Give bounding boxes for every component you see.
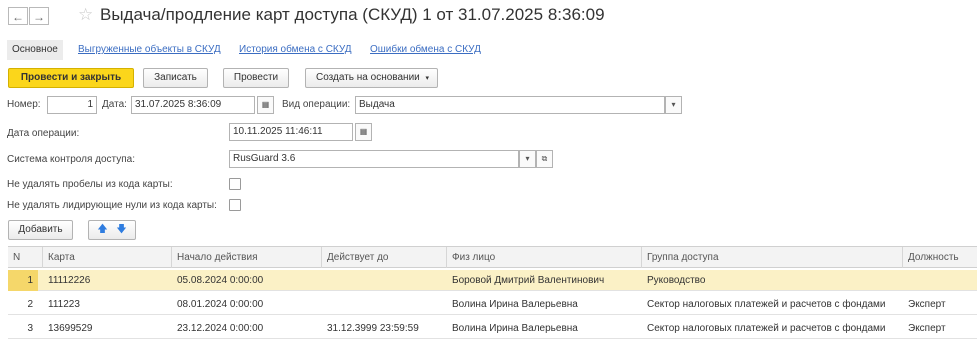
keep-leading-zeros-label: Не удалять лидирующие нули из кода карты… [7,200,217,211]
move-down-icon[interactable]: 🡇 [116,224,126,235]
table-row[interactable]: 1 11112226 05.08.2024 0:00:00 Боровой Дм… [8,270,977,291]
access-system-label: Система контроля доступа: [7,154,135,165]
column-header-n[interactable]: N [8,247,43,268]
access-system-dropdown-icon[interactable]: ▾ [519,150,536,168]
open-link-icon[interactable]: ⧉ [536,150,553,168]
column-header-start[interactable]: Начало действия [172,247,322,268]
table-row[interactable]: 2 111223 08.01.2024 0:00:00 Волина Ирина… [8,294,977,315]
calendar-icon[interactable]: ▦ [257,96,274,114]
page-title: Выдача/продление карт доступа (СКУД) 1 о… [100,5,605,24]
group-cell[interactable]: Сектор налоговых платежей и расчетов с ф… [642,294,903,315]
group-cell[interactable]: Руководство [642,270,903,291]
move-up-icon[interactable]: 🡅 [97,224,107,235]
keep-leading-zeros-checkbox[interactable] [229,199,241,211]
until-cell[interactable] [322,294,447,315]
post-button[interactable]: Провести [223,68,289,88]
column-header-person[interactable]: Физ лицо [447,247,642,268]
move-buttons: 🡅 🡇 [88,220,136,240]
until-cell[interactable] [322,270,447,291]
date-label: Дата: [102,99,127,110]
card-cell[interactable]: 13699529 [43,318,172,339]
person-cell[interactable]: Волина Ирина Валерьевна [447,294,642,315]
until-cell[interactable]: 31.12.3999 23:59:59 [322,318,447,339]
add-row-button[interactable]: Добавить [8,220,73,240]
card-cell[interactable]: 11112226 [43,270,172,291]
save-button[interactable]: Записать [143,68,208,88]
column-header-group[interactable]: Группа доступа [642,247,903,268]
no-trim-spaces-checkbox[interactable] [229,178,241,190]
operation-date-label: Дата операции: [7,128,80,139]
back-button[interactable]: ← [8,7,28,25]
tab-exported-objects[interactable]: Выгруженные объекты в СКУД [78,40,221,60]
position-cell[interactable]: Эксперт [903,294,977,315]
number-label: Номер: [7,99,41,110]
operation-date-calendar-icon[interactable]: ▦ [355,123,372,141]
table-row[interactable]: 3 13699529 23.12.2024 0:00:00 31.12.3999… [8,318,977,339]
cards-table: N Карта Начало действия Действует до Физ… [8,246,977,339]
operation-date-field[interactable]: 10.11.2025 11:46:11 [229,123,353,141]
operation-type-dropdown-icon[interactable]: ▾ [665,96,682,114]
dropdown-arrow-icon: ▾ [425,75,430,82]
forward-button[interactable]: → [29,7,49,25]
row-number: 2 [27,299,33,310]
row-number: 1 [8,270,38,291]
position-cell[interactable] [903,270,977,291]
favorite-star-icon[interactable]: ☆ [78,5,93,25]
post-and-close-button[interactable]: Провести и закрыть [8,68,134,88]
tab-exchange-history[interactable]: История обмена с СКУД [239,40,352,60]
table-header: N Карта Начало действия Действует до Физ… [8,247,977,268]
operation-type-label: Вид операции: [282,99,351,110]
tab-exchange-errors[interactable]: Ошибки обмена с СКУД [370,40,481,60]
card-cell[interactable]: 111223 [43,294,172,315]
group-cell[interactable]: Сектор налоговых платежей и расчетов с ф… [642,318,903,339]
operation-type-field[interactable]: Выдача [355,96,665,114]
column-header-card[interactable]: Карта [43,247,172,268]
no-trim-spaces-label: Не удалять пробелы из кода карты: [7,179,173,190]
create-based-on-button[interactable]: Создать на основании ▾ [305,68,438,88]
start-cell[interactable]: 23.12.2024 0:00:00 [172,318,322,339]
access-system-field[interactable]: RusGuard 3.6 [229,150,519,168]
person-cell[interactable]: Боровой Дмитрий Валентинович [447,270,642,291]
start-cell[interactable]: 05.08.2024 0:00:00 [172,270,322,291]
tab-main[interactable]: Основное [7,40,63,60]
column-header-until[interactable]: Действует до [322,247,447,268]
date-field[interactable]: 31.07.2025 8:36:09 [131,96,255,114]
create-based-on-label: Создать на основании [316,72,420,83]
position-cell[interactable]: Эксперт [903,318,977,339]
row-number: 3 [27,323,33,334]
start-cell[interactable]: 08.01.2024 0:00:00 [172,294,322,315]
column-header-position[interactable]: Должность [903,247,977,268]
person-cell[interactable]: Волина Ирина Валерьевна [447,318,642,339]
number-field[interactable]: 1 [47,96,97,114]
